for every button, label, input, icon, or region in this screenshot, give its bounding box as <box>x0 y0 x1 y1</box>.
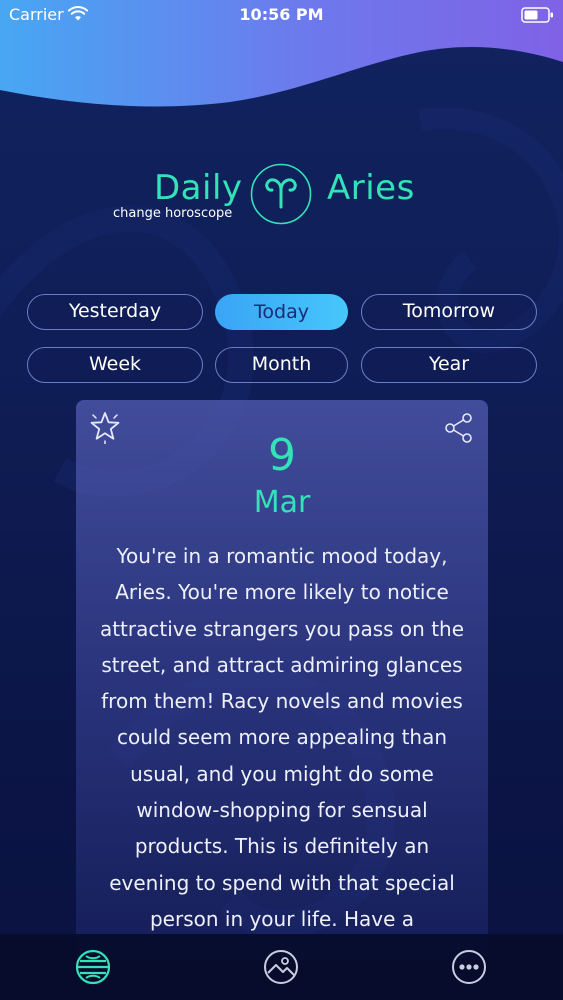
change-horoscope-link[interactable]: change horoscope <box>113 206 232 221</box>
horoscope-text-line: attractive strangers you pass on the <box>99 616 465 641</box>
horoscope-text-line: evening to spend with that special <box>109 870 455 895</box>
horoscope-globe-icon[interactable] <box>75 949 111 985</box>
period-yesterday-button[interactable]: Yesterday <box>27 294 203 330</box>
horoscope-text-line: window-shopping for sensual <box>136 798 428 823</box>
title-daily: Daily <box>154 168 243 208</box>
horoscope-card: 9 Mar You're in a romantic mood today, A… <box>76 400 488 960</box>
period-week-button[interactable]: Week <box>27 347 203 383</box>
status-time: 10:56 PM <box>239 5 324 24</box>
period-year-button[interactable]: Year <box>361 347 537 383</box>
battery-icon <box>521 7 553 23</box>
card-month-label: Mar <box>253 485 311 520</box>
period-today-button[interactable]: Today <box>215 294 348 330</box>
horoscope-text-line: from them! Racy novels and movies <box>101 689 463 714</box>
status-bar: Carrier 10:56 PM <box>0 0 563 30</box>
horoscope-text: You're in a romantic mood today, Aries. … <box>90 538 474 937</box>
horoscope-text-line: usual, and you might do some <box>130 761 434 786</box>
title-sign: Aries <box>327 168 415 208</box>
horoscope-text-line: You're in a romantic mood today, <box>116 544 448 568</box>
period-tomorrow-button[interactable]: Tomorrow <box>361 294 537 330</box>
horoscope-text-line: products. This is definitely an <box>134 834 430 859</box>
horoscope-text-line: street, and attract admiring glances <box>101 652 463 677</box>
horoscope-text-line: could seem more appealing than <box>116 725 448 750</box>
tab-bar <box>0 934 563 1000</box>
horoscope-text-line: person in your life. Have a <box>149 906 415 931</box>
more-dots-icon[interactable] <box>451 949 487 985</box>
period-month-button[interactable]: Month <box>215 347 348 383</box>
horoscope-text-line: Aries. You're more likely to notice <box>115 580 449 605</box>
card-day-number: 9 <box>268 430 296 481</box>
image-icon[interactable] <box>263 949 299 985</box>
aries-symbol-icon[interactable] <box>250 163 312 225</box>
